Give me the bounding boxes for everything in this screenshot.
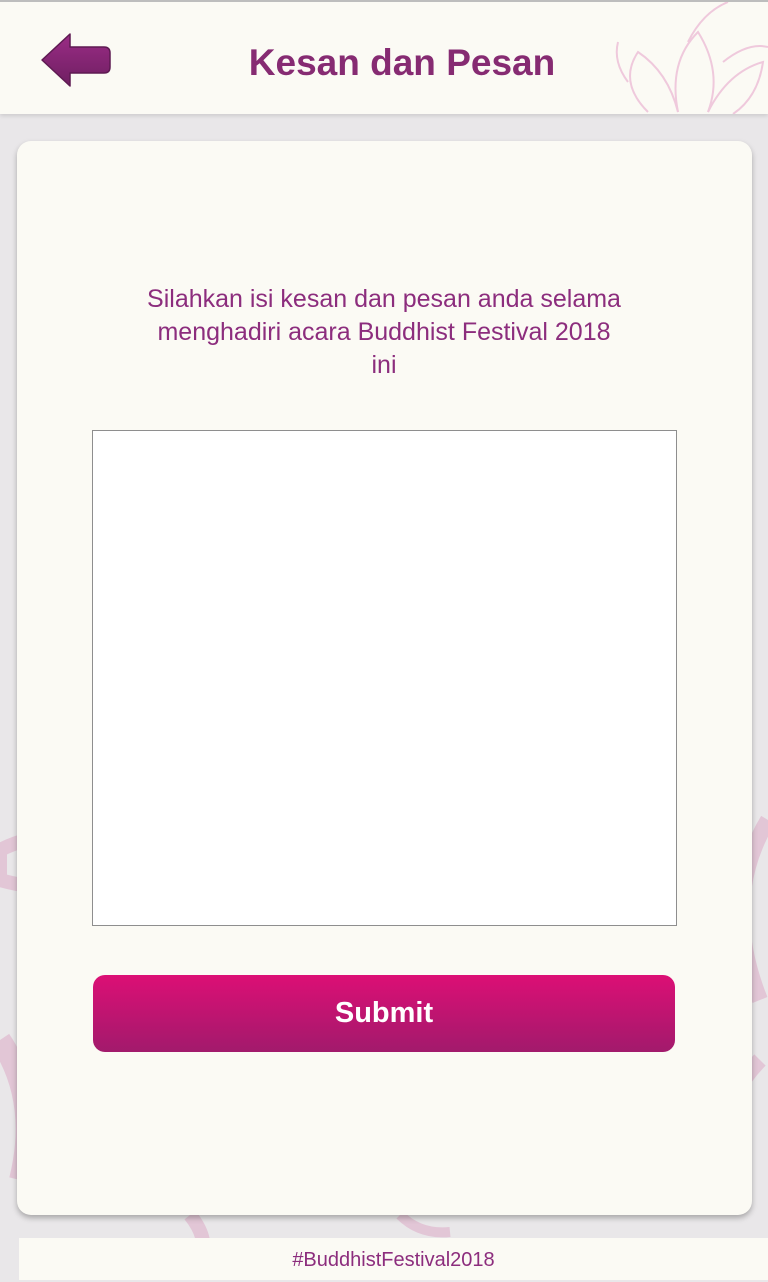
- message-textarea[interactable]: [92, 430, 677, 926]
- submit-button[interactable]: Submit: [93, 975, 675, 1052]
- feedback-card: Silahkan isi kesan dan pesan anda selama…: [17, 141, 752, 1215]
- footer-hashtag: #BuddhistFestival2018: [19, 1238, 768, 1280]
- intro-text: Silahkan isi kesan dan pesan anda selama…: [147, 285, 621, 379]
- app-header: Kesan dan Pesan: [0, 0, 768, 114]
- page-title: Kesan dan Pesan: [248, 42, 556, 83]
